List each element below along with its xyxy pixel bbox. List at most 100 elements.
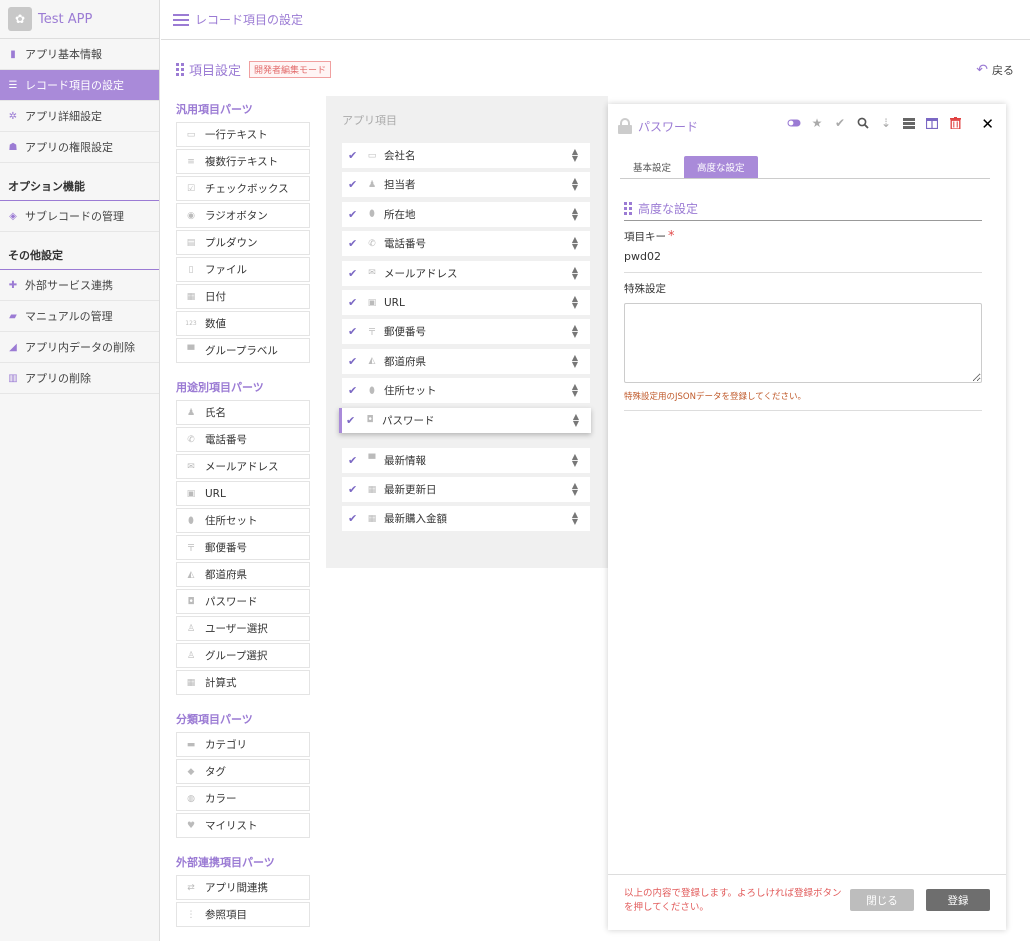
palette-item[interactable]: ♥ マイリスト (176, 813, 310, 838)
palette-item[interactable]: ▬ カテゴリ (176, 732, 310, 757)
palette-item[interactable]: ▀ グループラベル (176, 338, 310, 363)
palette-item[interactable]: 〒郵便番号 (176, 535, 310, 560)
book-icon: ▰ (9, 310, 17, 322)
field-row[interactable]: ✔ ✆ 電話番号 ▲ ▼ (342, 231, 590, 257)
url-icon: ▣ (186, 488, 196, 499)
tab-basic[interactable]: 基本設定 (620, 156, 684, 178)
check-icon: ✔ (348, 483, 358, 496)
sidebar-item[interactable]: ✲ アプリ詳細設定 (0, 101, 159, 132)
palette-item[interactable]: ▤ プルダウン (176, 230, 310, 255)
field-row[interactable]: ✔ ▭ 会社名 ▲ ▼ (342, 143, 590, 168)
other-section-heading: その他設定 (0, 232, 159, 270)
field-row[interactable]: ✔ ▦ 最新更新日 ▲ ▼ (342, 477, 590, 502)
nav-item-label: アプリ詳細設定 (25, 110, 102, 123)
group-label-icon: ▀ (187, 345, 195, 356)
brand[interactable]: ✿ Test APP (0, 0, 159, 39)
field-row[interactable]: ✔ ◭ 都道府県 ▲ ▼ (342, 348, 590, 374)
sort-handle-icon[interactable]: ▲ ▼ (572, 511, 578, 526)
palette-item[interactable]: ⋮ 参照項目 (176, 902, 310, 927)
sort-handle-icon[interactable]: ▲ ▼ (572, 236, 578, 251)
trash-icon[interactable] (948, 116, 962, 130)
check-icon: ✔ (348, 512, 358, 526)
palette-item[interactable]: ▯ ファイル (176, 257, 310, 282)
field-row[interactable]: ✔ 〒郵便番号 ▲ ▼ (342, 319, 590, 345)
sort-icon[interactable]: ⇣ (879, 116, 893, 130)
sidebar-item[interactable]: ☰ レコード項目の設定 (0, 70, 159, 101)
palette-item[interactable]: ☑ チェックボックス (176, 176, 310, 201)
palette-item[interactable]: ⬮ 住所セット (176, 508, 310, 533)
sidebar-other-item[interactable]: ▥ アプリの削除 (0, 363, 159, 394)
special-setting-hint: 特殊設定用のJSONデータを登録してください。 (624, 392, 806, 402)
sort-handle-icon[interactable]: ▲ ▼ (572, 452, 578, 467)
sidebar-option-item[interactable]: ◈ サブレコードの管理 (0, 201, 159, 232)
palette-item[interactable]: ◭ 都道府県 (176, 562, 310, 587)
search-icon[interactable] (856, 116, 870, 130)
sort-handle-icon[interactable]: ▲ ▼ (572, 482, 578, 497)
nav-item-label: サブレコードの管理 (25, 210, 124, 223)
field-row[interactable]: ✔ ⬮ 所在地 ▲ ▼ (342, 201, 590, 227)
footer-message: 以上の内容で登録します。よろしければ登録ボタンを押してください。 (624, 888, 842, 913)
field-row[interactable]: ✔ ⬮ 住所セット ▲ ▼ (342, 378, 590, 404)
save-button[interactable]: 登録 (926, 889, 990, 911)
tab-advanced[interactable]: 高度な設定 (684, 156, 758, 178)
sort-handle-icon[interactable]: ▲ ▼ (572, 383, 578, 398)
palette-item[interactable]: ⇄ アプリ間連携 (176, 875, 310, 900)
palette-item[interactable]: ✆ 電話番号 (176, 427, 310, 452)
toggle-icon[interactable] (787, 116, 801, 130)
sidebar-other-item[interactable]: ✚ 外部サービス連携 (0, 270, 159, 301)
palette-item[interactable]: ▦ 計算式 (176, 670, 310, 695)
palette-item[interactable]: ▦ 日付 (176, 284, 310, 309)
sort-handle-icon[interactable]: ▲ ▼ (572, 353, 578, 368)
palette-item[interactable]: ≡ 複数行テキスト (176, 149, 310, 174)
palette-item[interactable]: ✉ メールアドレス (176, 454, 310, 479)
sort-handle-icon[interactable]: ▲ ▼ (573, 412, 579, 427)
group-label-icon: ▀ (368, 455, 376, 466)
sort-handle-icon[interactable]: ▲ ▼ (572, 324, 578, 339)
palette-item[interactable]: ♙ ユーザー選択 (176, 616, 310, 641)
field-row[interactable]: ✔ ✉ メールアドレス ▲ ▼ (342, 260, 590, 286)
sort-handle-icon[interactable]: ▲ ▼ (572, 295, 578, 310)
drag-grid-icon (624, 201, 632, 215)
app-fields-panel: アプリ項目 ✔ ▭ 会社名 ▲ ▼ ✔ ♟ 担当者 ▲ ▼ ✔ ⬮ 所在地 ▲ ▼ ✔ ✆ 電話番号 ▲ ▼ ✔ ✉ メール… (326, 96, 608, 568)
palette-item[interactable]: ◘ パスワード (176, 589, 310, 614)
double-check-icon[interactable]: ✔ (833, 116, 847, 130)
page-title: 項目設定 (189, 64, 242, 79)
star-icon[interactable]: ★ (810, 116, 824, 130)
nav-item-label: アプリの削除 (25, 372, 91, 385)
sidebar-other-item[interactable]: ◢ アプリ内データの削除 (0, 332, 159, 363)
palette-item[interactable]: ▣ URL (176, 481, 310, 506)
close-button[interactable]: 閉じる (850, 889, 914, 911)
palette-item-label: 数値 (205, 318, 226, 330)
sort-handle-icon[interactable]: ▲ ▼ (572, 265, 578, 280)
field-row[interactable]: ✔ ◘ パスワード ▲ ▼ (339, 407, 591, 433)
sidebar-other-item[interactable]: ▰ マニュアルの管理 (0, 301, 159, 332)
sidebar-item[interactable]: ▮ アプリ基本情報 (0, 39, 159, 70)
sort-handle-icon[interactable]: ▲ ▼ (572, 177, 578, 192)
list-view-icon[interactable] (902, 116, 916, 130)
field-row[interactable]: ✔ ▣ URL ▲ ▼ (342, 290, 590, 315)
check-icon: ✔ (348, 149, 358, 162)
column-view-icon[interactable] (925, 116, 939, 130)
palette-item[interactable]: 123 数値 (176, 311, 310, 336)
field-row[interactable]: ✔ ▦ 最新購入金額 ▲ ▼ (342, 506, 590, 532)
palette-item[interactable]: ♙ グループ選択 (176, 643, 310, 668)
palette-item-label: 参照項目 (205, 909, 247, 921)
sidebar-item[interactable]: ☗ アプリの権限設定 (0, 132, 159, 163)
palette-item-label: 氏名 (205, 407, 226, 419)
back-button[interactable]: ↶ 戻る (976, 62, 1014, 78)
field-row[interactable]: ✔ ♟ 担当者 ▲ ▼ (342, 172, 590, 198)
close-icon[interactable]: ✕ (981, 115, 994, 133)
palette-item[interactable]: ▭ 一行テキスト (176, 122, 310, 147)
menu-icon[interactable] (173, 13, 189, 26)
palette-item-label: 住所セット (205, 515, 258, 527)
palette-item[interactable]: ◉ ラジオボタン (176, 203, 310, 228)
location-icon: ⬮ (188, 515, 194, 526)
palette-item-label: カラー (205, 793, 237, 805)
palette-item[interactable]: ◆ タグ (176, 759, 310, 784)
sort-handle-icon[interactable]: ▲ ▼ (572, 206, 578, 221)
field-row[interactable]: ✔ ▀ 最新情報 ▲ ▼ (342, 447, 590, 473)
palette-item[interactable]: ◍ カラー (176, 786, 310, 811)
special-setting-textarea[interactable] (624, 303, 982, 383)
sort-handle-icon[interactable]: ▲ ▼ (572, 148, 578, 163)
palette-item[interactable]: ♟ 氏名 (176, 400, 310, 425)
